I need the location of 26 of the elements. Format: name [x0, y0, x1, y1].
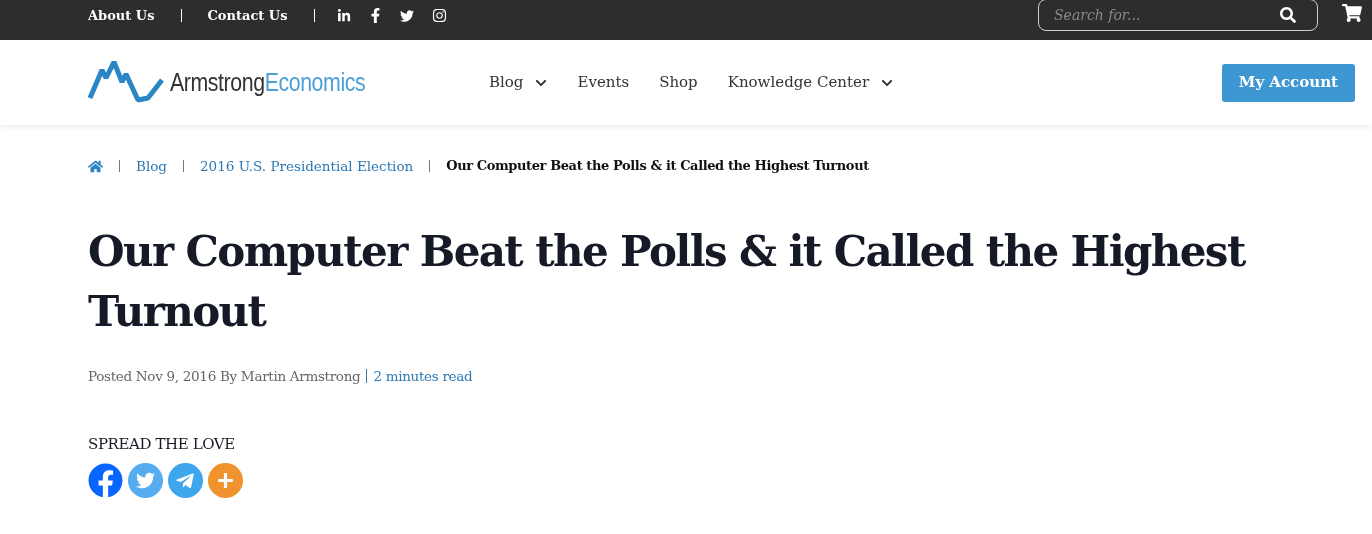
share-heading: SPREAD THE LOVE [88, 433, 236, 455]
cart-icon[interactable] [1342, 4, 1362, 22]
search-icon[interactable] [1280, 7, 1296, 23]
breadcrumb-link[interactable]: Blog [136, 156, 167, 177]
post-meta: Posted Nov 9, 2016 By Martin Armstrong [88, 367, 361, 387]
breadcrumb-link[interactable]: Our Computer Beat the Polls & it Called the Highest Turnout [446, 156, 869, 176]
top-link[interactable]: Contact Us [207, 6, 288, 26]
read-time-link[interactable]: 2 minutes read [373, 366, 473, 387]
home-icon[interactable] [88, 158, 103, 174]
telegram-share-button[interactable] [168, 463, 203, 498]
nav-item[interactable]: Blog [489, 71, 548, 94]
linkedin-icon[interactable] [336, 8, 351, 23]
top-link[interactable]: About Us [88, 6, 155, 26]
instagram-icon[interactable] [431, 8, 447, 24]
facebook-share-button[interactable] [88, 463, 123, 498]
nav-item[interactable]: Events [577, 71, 630, 94]
plus-icon [217, 472, 234, 489]
article-title: Our Computer Beat the Polls & it Called the Highest Turnout [88, 226, 1247, 339]
twitter-icon[interactable] [399, 8, 414, 23]
facebook-icon [88, 463, 123, 498]
nav-item[interactable]: Knowledge Center [727, 71, 894, 94]
logo-text: ArmstrongEconomics [170, 66, 366, 99]
bird-icon [136, 471, 155, 490]
breadcrumb-link[interactable]: 2016 U.S. Presidential Election [200, 156, 414, 177]
facebook-icon[interactable] [368, 8, 382, 24]
nav-item[interactable]: Shop [659, 71, 698, 94]
